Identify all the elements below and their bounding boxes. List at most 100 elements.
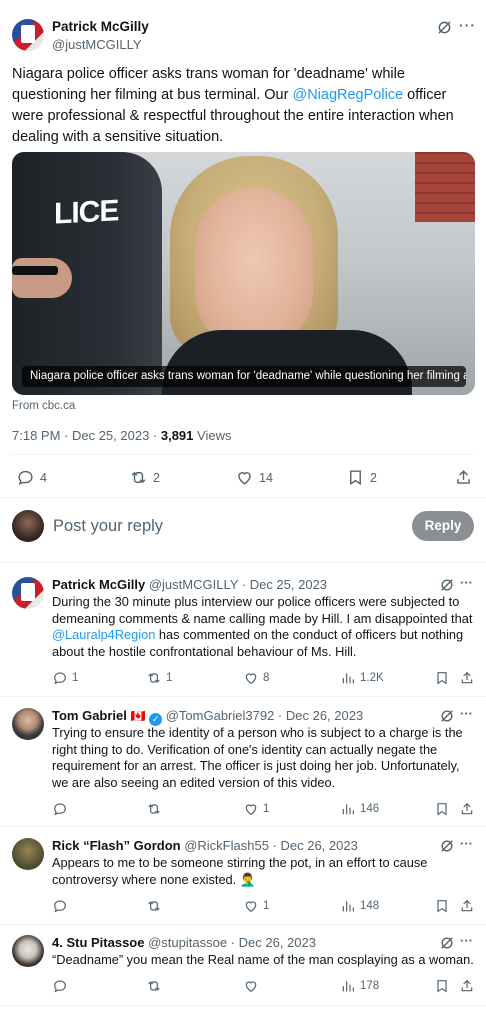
bookmark-button[interactable] xyxy=(434,670,450,686)
reply-button[interactable] xyxy=(52,801,72,817)
reply-text: During the 30 minute plus interview our … xyxy=(52,594,477,660)
bookmark-button[interactable] xyxy=(434,898,450,914)
more-options-icon[interactable]: ··· xyxy=(460,706,473,721)
like-button[interactable]: 14 xyxy=(235,468,273,487)
repost-count: 2 xyxy=(153,470,160,485)
bookmark-icon xyxy=(437,803,447,816)
divider xyxy=(0,497,486,498)
like-button[interactable]: 1 xyxy=(243,898,269,914)
reply-handle-date[interactable]: @stupitassoe · Dec 26, 2023 xyxy=(148,935,316,950)
media-police-label: LICE xyxy=(54,194,119,231)
views-button[interactable]: 148 xyxy=(340,898,379,914)
current-user-avatar[interactable] xyxy=(12,510,44,542)
reply-avatar[interactable] xyxy=(12,577,44,609)
reply-author-name[interactable]: Patrick McGilly xyxy=(52,577,145,592)
like-button[interactable] xyxy=(243,978,263,994)
views-count: 148 xyxy=(360,900,380,912)
views-button[interactable]: 178 xyxy=(340,978,379,994)
bookmark-icon xyxy=(437,900,447,913)
reply-count: 1 xyxy=(72,672,79,684)
reply-icon xyxy=(18,470,33,486)
reply-author-name[interactable]: Tom Gabriel xyxy=(52,708,127,723)
views-count: 1.2K xyxy=(360,672,384,684)
divider xyxy=(0,562,486,563)
more-options-icon[interactable]: ··· xyxy=(459,17,476,33)
share-icon xyxy=(461,899,473,912)
like-button[interactable]: 1 xyxy=(243,801,269,817)
author-name[interactable]: Patrick McGilly xyxy=(52,19,149,34)
share-button[interactable] xyxy=(459,801,475,817)
author-avatar[interactable] xyxy=(12,19,44,51)
tweet-text: Niagara police officer asks trans woman … xyxy=(12,64,480,148)
views-count: 3,891 xyxy=(160,428,194,443)
repost-button[interactable]: 1 xyxy=(146,670,172,686)
bookmark-button[interactable]: 2 xyxy=(346,468,377,487)
repost-button[interactable]: 2 xyxy=(129,468,160,487)
author-handle[interactable]: @justMCGILLY xyxy=(52,37,142,52)
reply-icon xyxy=(54,672,66,685)
more-options-icon[interactable]: ··· xyxy=(460,836,473,851)
reply-author-name[interactable]: Rick “Flash” Gordon xyxy=(52,838,181,853)
views-button[interactable]: 146 xyxy=(340,801,379,817)
reply-author-name[interactable]: 4. Stu Pitassoe xyxy=(52,935,144,950)
share-icon xyxy=(461,979,473,992)
bookmark-icon xyxy=(437,980,447,993)
repost-button[interactable] xyxy=(146,898,166,914)
reply-handle-date[interactable]: @RickFlash55 · Dec 26, 2023 xyxy=(184,838,358,853)
views-button[interactable]: 1.2K xyxy=(340,670,384,686)
reply-button[interactable]: 1 xyxy=(52,670,78,686)
share-button[interactable] xyxy=(454,468,473,487)
media-source[interactable]: From cbc.ca xyxy=(12,400,75,412)
grok-icon[interactable] xyxy=(437,20,452,40)
repost-button[interactable] xyxy=(146,801,166,817)
like-count: 1 xyxy=(263,900,270,912)
reply-text: Trying to ensure the identity of a perso… xyxy=(52,725,463,790)
reply-count: 4 xyxy=(40,470,47,485)
canada-flag-icon: 🇨🇦 xyxy=(130,709,146,723)
mention-link[interactable]: @Lauralp4Region xyxy=(52,627,155,642)
tweet-time-date[interactable]: 7:18 PM · Dec 25, 2023 · xyxy=(12,428,161,443)
divider xyxy=(0,826,486,827)
reply-avatar[interactable] xyxy=(12,935,44,967)
tweet-meta: 7:18 PM · Dec 25, 2023 · 3,891 Views xyxy=(12,428,231,443)
like-button[interactable]: 8 xyxy=(243,670,269,686)
heart-icon xyxy=(238,472,251,485)
more-options-icon[interactable]: ··· xyxy=(460,575,473,590)
reply-handle-date[interactable]: @justMCGILLY · Dec 25, 2023 xyxy=(149,577,327,592)
share-button[interactable] xyxy=(459,670,475,686)
reply-avatar[interactable] xyxy=(12,838,44,870)
like-count: 1 xyxy=(263,803,270,815)
reply-button[interactable] xyxy=(52,898,72,914)
reply-handle-date[interactable]: @TomGabriel3792 · Dec 26, 2023 xyxy=(166,708,363,723)
reply-button[interactable]: 4 xyxy=(16,468,47,487)
repost-icon xyxy=(131,471,146,484)
bookmark-icon xyxy=(350,470,361,486)
reply-text: “Deadname” you mean the Real name of the… xyxy=(52,952,474,967)
media-caption: Niagara police officer asks trans woman … xyxy=(22,366,466,387)
divider xyxy=(0,1005,486,1006)
reply-submit-button[interactable]: Reply xyxy=(412,511,474,541)
repost-button[interactable] xyxy=(146,978,166,994)
mention-link[interactable]: @NiagRegPolice xyxy=(292,87,403,103)
reply-avatar[interactable] xyxy=(12,708,44,740)
heart-icon xyxy=(245,981,257,993)
reply-text: Appears to me to be someone stirring the… xyxy=(52,855,428,887)
more-options-icon[interactable]: ··· xyxy=(460,933,473,948)
like-count: 8 xyxy=(263,672,270,684)
analytics-icon xyxy=(342,804,354,815)
analytics-icon xyxy=(342,981,354,992)
heart-icon xyxy=(245,673,257,685)
share-icon xyxy=(457,470,470,484)
reply-button[interactable] xyxy=(52,978,72,994)
reply-header: 4. Stu Pitassoe @stupitassoe · Dec 26, 2… xyxy=(52,935,316,950)
reply-header: Tom Gabriel 🇨🇦 ✓ @TomGabriel3792 · Dec 2… xyxy=(52,708,363,726)
share-button[interactable] xyxy=(459,978,475,994)
heart-icon xyxy=(245,901,257,913)
reply-input[interactable]: Post your reply xyxy=(53,517,163,536)
share-button[interactable] xyxy=(459,898,475,914)
reply-header: Rick “Flash” Gordon @RickFlash55 · Dec 2… xyxy=(52,838,358,853)
bookmark-button[interactable] xyxy=(434,978,450,994)
heart-icon xyxy=(245,804,257,816)
bookmark-button[interactable] xyxy=(434,801,450,817)
media-card[interactable]: LICE Niagara police officer asks trans w… xyxy=(12,152,475,395)
